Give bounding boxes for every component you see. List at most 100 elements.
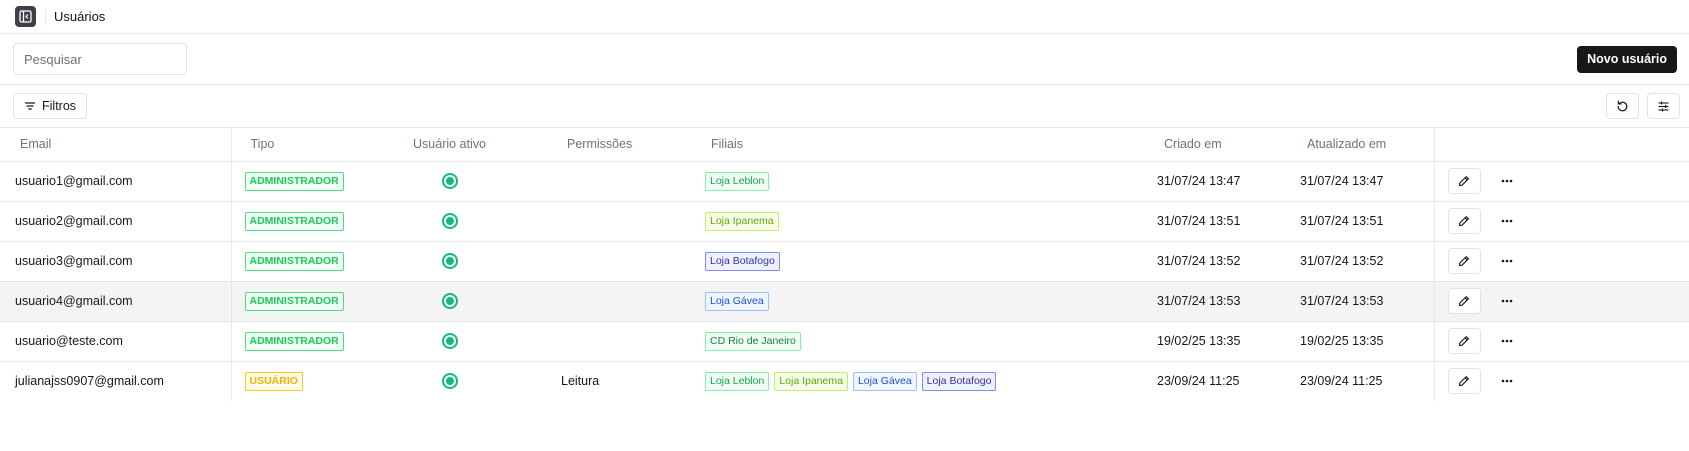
cell-atualizado: 31/07/24 13:51 (1280, 201, 1434, 242)
header-divider (45, 8, 46, 25)
search-input[interactable] (13, 43, 187, 75)
filial-tag: Loja Leblon (705, 171, 770, 191)
cell-email: julianajss0907@gmail.com (15, 374, 164, 389)
filial-tag: Loja Ipanema (705, 211, 779, 231)
cell-atualizado: 31/07/24 13:47 (1280, 161, 1434, 202)
pencil-icon (1458, 256, 1469, 267)
edit-button[interactable] (1447, 248, 1481, 274)
cell-filiais: Loja Ipanema (677, 201, 1137, 242)
cell-criado: 19/02/25 13:35 (1137, 321, 1280, 362)
column-header-actions (1433, 128, 1689, 162)
more-options-button[interactable] (1497, 371, 1517, 391)
edit-button[interactable] (1447, 168, 1481, 194)
more-horizontal-icon (1501, 379, 1512, 383)
cell-permissoes (531, 201, 677, 242)
cell-filiais: Loja Botafogo (677, 241, 1137, 282)
cell-ativo (368, 321, 531, 362)
more-options-button[interactable] (1497, 331, 1517, 351)
cell-tipo: ADMINISTRADOR (230, 321, 368, 362)
refresh-button[interactable] (1606, 93, 1639, 119)
filial-tag: Loja Botafogo (705, 251, 780, 271)
cell-actions (1433, 241, 1689, 282)
cell-atualizado: 23/09/24 11:25 (1300, 374, 1383, 389)
edit-button[interactable] (1447, 328, 1481, 354)
filial-tag: CD Rio de Janeiro (705, 331, 801, 351)
column-header-ativo[interactable]: Usuário ativo (368, 128, 531, 162)
cell-criado: 31/07/24 13:47 (1137, 161, 1280, 202)
more-horizontal-icon (1501, 179, 1512, 183)
cell-email: usuario@teste.com (0, 321, 231, 362)
cell-permissoes: Leitura (561, 374, 600, 389)
table-header-row: Email Tipo Usuário ativo Permissões Fili… (0, 128, 1689, 162)
cell-filiais: CD Rio de Janeiro (677, 321, 1137, 362)
column-header-filiais[interactable]: Filiais (677, 128, 1137, 162)
table-row[interactable]: usuario4@gmail.com ADMINISTRADOR Loja Gá… (0, 281, 1689, 322)
filter-toolbar: Filtros (0, 85, 1689, 128)
cell-criado: 31/07/24 13:51 (1137, 201, 1280, 242)
pencil-icon (1458, 296, 1469, 307)
edit-button[interactable] (1447, 208, 1481, 234)
filter-icon (24, 102, 36, 110)
more-options-button[interactable] (1497, 171, 1517, 191)
tipo-badge: USUÁRIO (244, 371, 303, 391)
cell-criado: 23/09/24 11:25 (1157, 374, 1240, 389)
more-horizontal-icon (1501, 259, 1512, 263)
column-header-permissoes[interactable]: Permissões (531, 128, 677, 162)
table-row[interactable]: julianajss0907@gmail.com USUÁRIO Leitura… (0, 361, 1689, 401)
cell-actions (1433, 321, 1689, 362)
filters-label: Filtros (42, 99, 77, 113)
table-action-buttons (1606, 93, 1680, 119)
active-status-icon (441, 293, 458, 309)
edit-button[interactable] (1447, 288, 1481, 314)
active-status-icon (441, 373, 458, 390)
column-header-criado[interactable]: Criado em (1137, 128, 1280, 162)
filters-button[interactable]: Filtros (13, 93, 88, 119)
table-row[interactable]: usuario@teste.com ADMINISTRADOR CD Rio d… (0, 321, 1689, 362)
cell-filiais: Loja Gávea (677, 281, 1137, 322)
search-toolbar: Novo usuário (0, 34, 1689, 85)
more-options-button[interactable] (1497, 251, 1517, 271)
more-horizontal-icon (1501, 219, 1512, 223)
cell-tipo: ADMINISTRADOR (230, 241, 368, 282)
table-body: usuario1@gmail.com ADMINISTRADOR Loja Le… (0, 161, 1689, 401)
cell-atualizado: 31/07/24 13:53 (1280, 281, 1434, 322)
more-horizontal-icon (1501, 339, 1512, 343)
more-horizontal-icon (1501, 299, 1512, 303)
cell-filiais: Loja Leblon (677, 161, 1137, 202)
column-header-email[interactable]: Email (0, 128, 231, 162)
pencil-icon (1458, 336, 1469, 347)
cell-tipo: USUÁRIO (230, 361, 368, 401)
cell-email: usuario2@gmail.com (0, 201, 231, 242)
pencil-icon (1458, 376, 1469, 387)
cell-permissoes (531, 281, 677, 322)
more-options-button[interactable] (1497, 211, 1517, 231)
edit-button[interactable] (1447, 368, 1481, 395)
more-options-button[interactable] (1497, 291, 1517, 311)
cell-atualizado: 19/02/25 13:35 (1280, 321, 1434, 362)
filial-tag: Loja Ipanema (774, 371, 848, 391)
refresh-icon (1617, 100, 1628, 111)
tipo-badge: ADMINISTRADOR (244, 211, 344, 231)
cell-tipo: ADMINISTRADOR (230, 281, 368, 322)
table-row[interactable]: usuario3@gmail.com ADMINISTRADOR Loja Bo… (0, 241, 1689, 282)
active-status-icon (441, 333, 458, 349)
column-settings-button[interactable] (1647, 93, 1680, 119)
cell-permissoes (531, 321, 677, 362)
cell-tipo: ADMINISTRADOR (230, 201, 368, 242)
table-row[interactable]: usuario1@gmail.com ADMINISTRADOR Loja Le… (0, 161, 1689, 202)
filial-tag: Loja Leblon (705, 371, 770, 391)
column-header-tipo[interactable]: Tipo (230, 128, 368, 162)
pencil-icon (1458, 176, 1469, 187)
cell-permissoes (531, 161, 677, 202)
sidebar-toggle-button[interactable] (15, 6, 36, 27)
filial-tag: Loja Gávea (705, 291, 769, 311)
column-header-atualizado[interactable]: Atualizado em (1280, 128, 1434, 162)
tipo-badge: ADMINISTRADOR (244, 331, 344, 351)
cell-filiais: Loja Leblon Loja Ipanema Loja Gávea Loja Bo… (677, 361, 1137, 401)
table-row[interactable]: usuario2@gmail.com ADMINISTRADOR Loja Ip… (0, 201, 1689, 242)
new-user-button[interactable]: Novo usuário (1577, 45, 1677, 73)
cell-actions (1433, 201, 1689, 242)
active-status-icon (441, 213, 458, 229)
filial-tag: Loja Botafogo (921, 371, 997, 391)
cell-ativo (368, 201, 531, 242)
